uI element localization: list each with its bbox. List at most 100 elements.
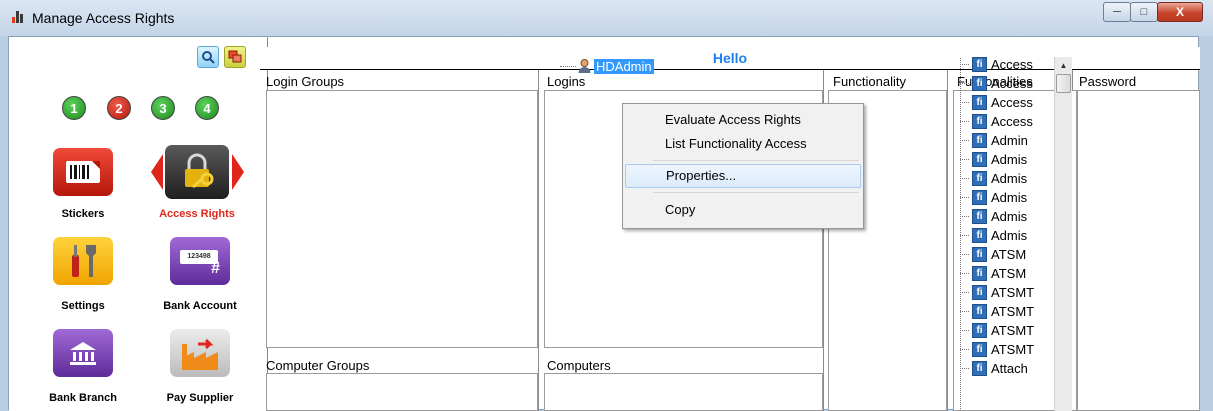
bank-account-label: Bank Account	[163, 300, 237, 312]
list-item[interactable]: fi ATSMT	[960, 321, 1034, 340]
tools-icon	[72, 245, 96, 277]
step-2-button[interactable]: 2	[107, 96, 131, 120]
access-rights-tile[interactable]	[165, 145, 229, 199]
list-item-label: Access	[991, 114, 1033, 129]
list-item[interactable]: fi Admis	[960, 207, 1027, 226]
step-1-button[interactable]: 1	[62, 96, 86, 120]
access-rights-label: Access Rights	[159, 208, 235, 220]
barcode-icon	[66, 161, 100, 183]
list-item-label: Admis	[991, 209, 1028, 224]
fi-icon: fi	[972, 133, 987, 148]
menu-item-list-functionality-access[interactable]: List Functionality Access	[625, 132, 861, 156]
access-rights-prev-arrow[interactable]	[151, 154, 163, 190]
fi-icon: fi	[972, 285, 987, 300]
fi-icon: fi	[972, 361, 987, 376]
fi-icon: fi	[972, 209, 987, 224]
computer-groups-list[interactable]	[266, 373, 538, 411]
list-item[interactable]: fi Access	[960, 55, 1033, 74]
list-item-label: ATSMT	[991, 304, 1035, 319]
fi-icon: fi	[972, 171, 987, 186]
tree-connector	[560, 65, 576, 67]
menu-separator	[653, 192, 859, 193]
list-item[interactable]: fi Access	[960, 74, 1033, 93]
search-button[interactable]	[197, 46, 219, 68]
context-menu: Evaluate Access Rights List Functionalit…	[622, 103, 864, 229]
tree-node-hdadmin[interactable]: HDAdmin	[560, 58, 654, 74]
list-item[interactable]: fi Attach	[960, 359, 1028, 378]
window-title: Manage Access Rights	[32, 10, 175, 26]
access-rights-next-arrow[interactable]	[232, 154, 244, 190]
menu-separator	[653, 160, 859, 161]
bank-building-icon	[70, 342, 96, 365]
bank-card-icon: 123498 #	[180, 246, 220, 277]
title-bar: Manage Access Rights ─ □ X	[0, 0, 1213, 36]
app-icon	[12, 11, 26, 23]
list-item-label: ATSMT	[991, 285, 1035, 300]
pay-supplier-tile[interactable]	[170, 329, 230, 377]
list-item[interactable]: fi ATSM	[960, 264, 1026, 283]
list-item-label: Access	[991, 57, 1033, 72]
list-item-label: Access	[991, 76, 1033, 91]
fi-icon: fi	[972, 323, 987, 338]
list-item[interactable]: fi ATSMT	[960, 340, 1034, 359]
stickers-tile[interactable]	[53, 148, 113, 196]
list-item-label: Admis	[991, 152, 1028, 167]
computers-list[interactable]	[544, 373, 823, 411]
list-item[interactable]: fi ATSMT	[960, 302, 1034, 321]
fi-icon: fi	[972, 342, 987, 357]
computers-header: Computers	[547, 358, 611, 373]
list-item[interactable]: fi Admis	[960, 169, 1027, 188]
bank-branch-label: Bank Branch	[49, 392, 117, 404]
fi-icon: fi	[972, 190, 987, 205]
list-item[interactable]: fi Admis	[960, 150, 1027, 169]
functionalities-scrollbar[interactable]: ▲	[1054, 57, 1072, 411]
scroll-up-icon[interactable]: ▲	[1055, 57, 1072, 73]
list-item[interactable]: fi Access	[960, 112, 1033, 131]
menu-item-copy[interactable]: Copy	[625, 198, 861, 222]
step-4-button[interactable]: 4	[195, 96, 219, 120]
minimize-button[interactable]: ─	[1103, 2, 1131, 22]
login-label: HDAdmin	[594, 58, 654, 74]
step-3-button[interactable]: 3	[151, 96, 175, 120]
pay-supplier-label: Pay Supplier	[166, 392, 234, 404]
list-item[interactable]: fi Access	[960, 93, 1033, 112]
settings-tile[interactable]	[53, 237, 113, 285]
list-item-label: ATSMT	[991, 323, 1035, 338]
list-item-label: ATSM	[991, 266, 1027, 281]
functionality-header: Functionality	[833, 74, 906, 89]
menu-item-evaluate-access-rights[interactable]: Evaluate Access Rights	[625, 108, 861, 132]
list-item[interactable]: fi Admin	[960, 131, 1028, 150]
login-groups-list[interactable]	[266, 90, 538, 348]
fi-icon: fi	[972, 266, 987, 281]
windows-button[interactable]	[224, 46, 246, 68]
bank-branch-tile[interactable]	[53, 329, 113, 377]
logins-header: Logins	[547, 74, 586, 89]
fi-icon: fi	[972, 76, 987, 91]
list-item-label: ATSM	[991, 247, 1027, 262]
list-item[interactable]: fi Admis	[960, 188, 1027, 207]
scroll-thumb[interactable]	[1056, 74, 1071, 93]
bank-account-tile[interactable]: 123498 #	[170, 237, 230, 285]
close-button[interactable]: X	[1157, 2, 1203, 22]
fi-icon: fi	[972, 152, 987, 167]
settings-label: Settings	[61, 300, 105, 312]
list-item[interactable]: fi Admis	[960, 226, 1027, 245]
list-item[interactable]: fi ATSM	[960, 245, 1026, 264]
computer-groups-header: Computer Groups	[266, 358, 370, 373]
lock-key-icon	[185, 153, 214, 189]
fi-icon: fi	[972, 247, 987, 262]
fi-icon: fi	[972, 304, 987, 319]
list-item-label: Admis	[991, 190, 1028, 205]
list-item-label: Admis	[991, 228, 1028, 243]
user-icon	[578, 59, 591, 73]
fi-icon: fi	[972, 228, 987, 243]
navigation-panel: 1 2 3 4 Stickers Access Rights Settings …	[9, 37, 268, 411]
maximize-button[interactable]: □	[1130, 2, 1158, 22]
fi-icon: fi	[972, 114, 987, 129]
login-groups-header: Login Groups	[266, 74, 345, 89]
menu-item-properties[interactable]: Properties...	[625, 164, 861, 188]
password-list[interactable]	[1077, 90, 1200, 411]
list-item[interactable]: fi ATSMT	[960, 283, 1034, 302]
divider	[538, 70, 539, 411]
list-item-label: Admis	[991, 171, 1028, 186]
